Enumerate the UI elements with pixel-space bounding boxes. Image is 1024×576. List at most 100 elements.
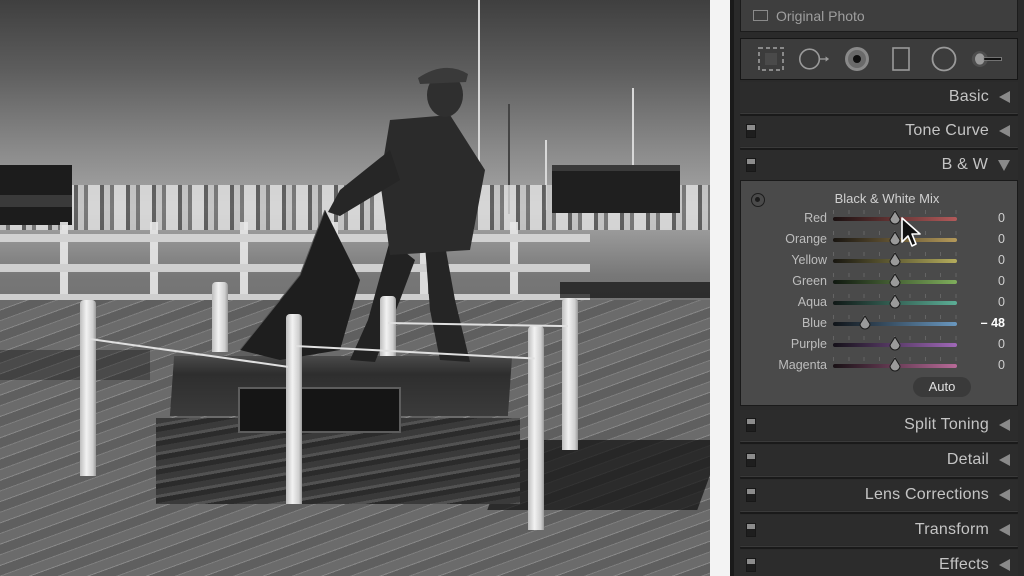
crop-overlay-tool[interactable] bbox=[755, 43, 787, 75]
photo-shadow bbox=[560, 282, 710, 298]
photo-rope-post bbox=[380, 296, 396, 356]
slider-label: Green bbox=[792, 274, 827, 288]
section-bw[interactable]: B & W bbox=[740, 150, 1018, 180]
slider-thumb[interactable] bbox=[889, 232, 901, 246]
section-toggle-switch[interactable] bbox=[746, 558, 756, 572]
spot-removal-tool[interactable] bbox=[798, 43, 830, 75]
slider-value[interactable]: 0 bbox=[998, 232, 1005, 246]
slider-purple: Purple 0 bbox=[741, 335, 1019, 355]
section-toggle-switch[interactable] bbox=[746, 418, 756, 432]
section-toggle-switch[interactable] bbox=[746, 158, 756, 172]
slider-value[interactable]: 0 bbox=[998, 211, 1005, 225]
section-effects[interactable]: Effects bbox=[740, 550, 1018, 576]
section-title: Basic bbox=[948, 88, 989, 105]
slider-thumb[interactable] bbox=[859, 316, 871, 330]
section-title: Effects bbox=[938, 556, 989, 573]
collapse-triangle-icon bbox=[999, 419, 1010, 431]
section-divider bbox=[740, 511, 1018, 514]
filmstrip-gap bbox=[710, 0, 730, 576]
section-title: B & W bbox=[941, 156, 988, 173]
slider-value[interactable]: 0 bbox=[998, 253, 1005, 267]
slider-label: Yellow bbox=[791, 253, 827, 267]
section-divider bbox=[740, 476, 1018, 479]
collapse-triangle-icon bbox=[999, 489, 1010, 501]
slider-magenta: Magenta 0 bbox=[741, 356, 1019, 376]
original-photo-header: Original Photo bbox=[740, 0, 1018, 32]
slider-track[interactable] bbox=[833, 322, 957, 326]
photo-rope-post bbox=[212, 282, 228, 352]
adjustment-brush-tool[interactable] bbox=[971, 43, 1003, 75]
section-divider bbox=[740, 441, 1018, 444]
photo-frame-icon bbox=[753, 10, 768, 21]
photo-building bbox=[0, 165, 72, 225]
collapse-triangle-icon bbox=[999, 125, 1010, 137]
collapse-triangle-icon bbox=[999, 559, 1010, 571]
slider-value[interactable]: 0 bbox=[998, 274, 1005, 288]
adjustment-brush-icon bbox=[972, 51, 1003, 67]
photo-building bbox=[552, 165, 680, 213]
slider-thumb[interactable] bbox=[889, 337, 901, 351]
section-toggle-switch[interactable] bbox=[746, 488, 756, 502]
radial-filter-tool[interactable] bbox=[928, 43, 960, 75]
slider-label: Magenta bbox=[778, 358, 827, 372]
crop-overlay-icon bbox=[757, 47, 784, 71]
section-title: Detail bbox=[946, 451, 989, 468]
slider-value[interactable]: 0 bbox=[998, 337, 1005, 351]
slider-thumb[interactable] bbox=[889, 358, 901, 372]
slider-value[interactable]: – 48 bbox=[981, 316, 1005, 330]
section-basic[interactable]: Basic bbox=[740, 82, 1018, 116]
bw-mix-panel: Black & White Mix Red 0 Orange 0 Yellow 0 Gree… bbox=[740, 180, 1018, 406]
photo-rope-post bbox=[80, 300, 96, 476]
slider-red: Red 0 bbox=[741, 209, 1019, 229]
collapse-triangle-icon bbox=[999, 454, 1010, 466]
photo-shadow bbox=[487, 440, 710, 510]
slider-green: Green 0 bbox=[741, 272, 1019, 292]
section-tone-curve[interactable]: Tone Curve bbox=[740, 116, 1018, 150]
photo-plaque bbox=[238, 387, 401, 433]
slider-orange: Orange 0 bbox=[741, 230, 1019, 250]
develop-right-panel: Original Photo Basic Tone Curve B & W Bl… bbox=[734, 0, 1024, 576]
slider-label: Blue bbox=[801, 316, 827, 330]
slider-thumb[interactable] bbox=[889, 274, 901, 288]
slider-label: Red bbox=[804, 211, 827, 225]
section-toggle-switch[interactable] bbox=[746, 453, 756, 467]
section-lens-corrections[interactable]: Lens Corrections bbox=[740, 480, 1018, 514]
expand-triangle-icon bbox=[998, 159, 1010, 171]
auto-button[interactable]: Auto bbox=[913, 377, 971, 397]
section-title: Lens Corrections bbox=[864, 486, 989, 503]
section-transform[interactable]: Transform bbox=[740, 515, 1018, 549]
photo-rope-post bbox=[286, 314, 302, 504]
slider-ticks bbox=[833, 315, 957, 319]
slider-blue: Blue – 48 bbox=[741, 314, 1019, 334]
tool-strip bbox=[740, 38, 1018, 80]
photo-rope-post bbox=[562, 298, 578, 450]
slider-thumb[interactable] bbox=[889, 211, 901, 225]
slider-label: Aqua bbox=[797, 295, 827, 309]
section-toggle-switch[interactable] bbox=[746, 124, 756, 138]
section-divider bbox=[740, 546, 1018, 549]
photo-shadow bbox=[0, 350, 150, 380]
section-title: Transform bbox=[914, 521, 989, 538]
slider-value[interactable]: 0 bbox=[998, 295, 1005, 309]
slider-yellow: Yellow 0 bbox=[741, 251, 1019, 271]
section-title: Split Toning bbox=[904, 416, 989, 433]
slider-aqua: Aqua 0 bbox=[741, 293, 1019, 313]
bw-mix-title: Black & White Mix bbox=[834, 191, 940, 206]
slider-label: Orange bbox=[785, 232, 827, 246]
slider-thumb[interactable] bbox=[889, 295, 901, 309]
slider-thumb[interactable] bbox=[889, 253, 901, 267]
radial-filter-icon bbox=[931, 46, 957, 72]
section-detail[interactable]: Detail bbox=[740, 445, 1018, 479]
graduated-filter-icon bbox=[891, 47, 910, 71]
collapse-triangle-icon bbox=[999, 91, 1010, 103]
spot-removal-icon bbox=[798, 48, 830, 70]
red-eye-icon bbox=[845, 47, 870, 71]
slider-value[interactable]: 0 bbox=[998, 358, 1005, 372]
graduated-filter-tool[interactable] bbox=[885, 43, 917, 75]
section-split-toning[interactable]: Split Toning bbox=[740, 410, 1018, 444]
photo-preview bbox=[0, 0, 710, 576]
section-toggle-switch[interactable] bbox=[746, 523, 756, 537]
collapse-triangle-icon bbox=[999, 524, 1010, 536]
slider-label: Purple bbox=[790, 337, 827, 351]
red-eye-tool[interactable] bbox=[841, 43, 873, 75]
